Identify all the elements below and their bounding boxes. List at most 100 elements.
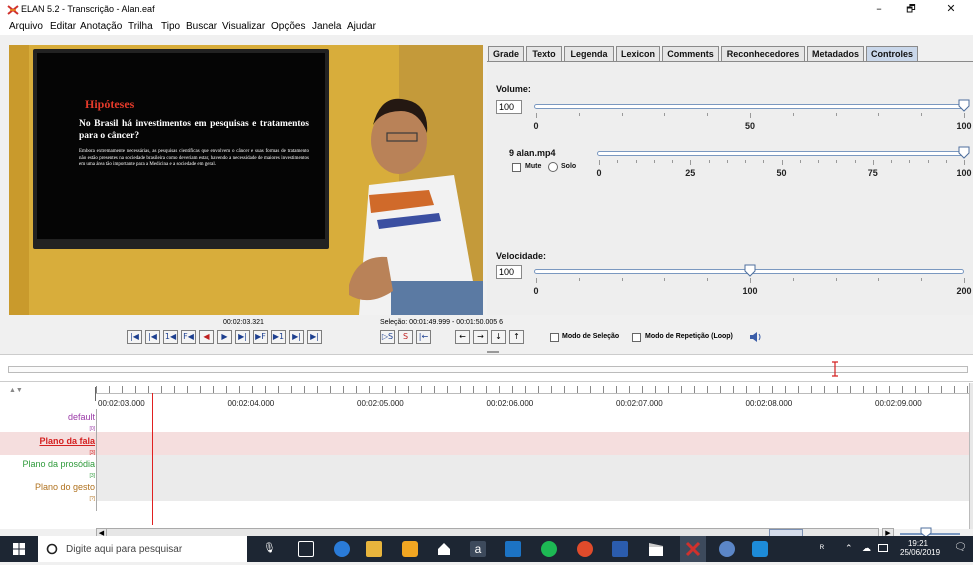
restore-button[interactable]: 🗗 [896,2,926,18]
tier-up-button[interactable]: ↑ [509,330,524,344]
tab-reconhecedores[interactable]: Reconhecedores [721,46,805,62]
next-pixel-button[interactable]: ▶| [235,330,250,344]
previous-second-button[interactable]: 1◀ [163,330,178,344]
edge-icon[interactable] [334,541,350,557]
play-button[interactable]: ▶ [217,330,232,344]
next-frame-button[interactable]: ▶F [253,330,268,344]
word-icon[interactable] [612,541,628,557]
battery-icon[interactable] [878,544,888,552]
menu-editar[interactable]: Editar [50,21,76,32]
menu-trilha[interactable]: Trilha [128,21,153,32]
app-icon-paint[interactable] [719,541,735,557]
tier-plano-fala-label[interactable]: Plano da fala [3] [39,436,95,456]
menu-buscar[interactable]: Buscar [186,21,217,32]
scale-tick-label: 75 [867,168,878,178]
scale-tick [964,278,965,283]
microphone-icon[interactable]: 🎙 [263,543,276,554]
speed-input[interactable]: 100 [496,265,522,279]
tray-expand-icon[interactable]: ⌃ [845,543,853,554]
scale-tick-label: 0 [533,286,539,296]
selection-begin-button[interactable]: |← [416,330,431,344]
mute-checkbox[interactable] [512,163,521,172]
overview-strip[interactable] [0,354,973,382]
next-second-button[interactable]: ▶1 [271,330,286,344]
previous-frame-button[interactable]: F◀ [181,330,196,344]
tier-plano-gesto-label[interactable]: Plano do gesto [?] [35,482,95,502]
tier-row-plano-gesto[interactable] [96,478,969,501]
tab-grade[interactable]: Grade [488,46,524,62]
scale-tick [635,160,637,163]
home-icon[interactable] [436,541,452,557]
video-viewer[interactable]: Hipóteses No Brasil há investimentos em … [9,45,483,315]
volume-input[interactable]: 100 [496,100,522,114]
task-view-icon[interactable] [298,541,314,557]
menu-tipo[interactable]: Tipo [161,21,180,32]
crosshair-playhead[interactable] [152,393,153,525]
elan-taskbar-icon[interactable] [680,536,706,562]
menu-anotacao[interactable]: Anotação [80,21,122,32]
app-icon-orange[interactable] [402,541,418,557]
play-selection-button[interactable]: ▷S [380,330,395,344]
loop-mode-checkbox[interactable] [632,333,641,342]
tier-row-default[interactable] [96,409,969,432]
splitter-handle[interactable] [487,351,499,353]
tab-lexicon[interactable]: Lexicon [616,46,660,62]
taskbar-search[interactable]: Digite aqui para pesquisar [38,536,247,562]
app-icon-blue[interactable] [505,541,521,557]
tier-row-plano-prosodia[interactable] [96,455,969,478]
volume-slider-thumb[interactable] [958,99,970,112]
vertical-scrollbar[interactable] [969,383,973,529]
menu-arquivo[interactable]: Arquivo [9,21,43,32]
cloud-icon[interactable]: ☁ [862,543,871,554]
tab-comments[interactable]: Comments [662,46,719,62]
tier-plano-prosodia-count: [3] [89,473,95,479]
previous-scrollview-button[interactable]: |◀ [145,330,160,344]
slide-body: Embora extremamente necessárias, as pesq… [79,149,309,167]
minimize-button[interactable]: – [864,2,894,18]
menu-opcoes[interactable]: Opções [271,21,305,32]
tier-down-button[interactable]: ↓ [491,330,506,344]
go-to-begin-button[interactable]: |◀ [127,330,142,344]
menu-ajudar[interactable]: Ajudar [347,21,376,32]
menu-janela[interactable]: Janela [312,21,341,32]
clock[interactable]: 19:21 25/06/2019 [900,539,941,557]
media-volume-slider[interactable] [597,151,964,156]
video-frame [9,45,483,315]
previous-pixel-button[interactable]: ◀ [199,330,214,344]
notification-icon[interactable]: 🗨 [954,542,967,553]
solo-radio[interactable] [548,162,558,172]
menu-visualizar[interactable]: Visualizar [222,21,265,32]
tier-plano-prosodia-label[interactable]: Plano da prosódia [3] [22,459,95,479]
tab-legenda[interactable]: Legenda [564,46,614,62]
tier-default-label[interactable]: default [0] [68,412,95,432]
selection-mode-checkbox[interactable] [550,333,559,342]
clapperboard-icon[interactable] [648,541,664,557]
tab-controles[interactable]: Controles [866,46,918,62]
ie-icon[interactable] [752,541,768,557]
next-annotation-button[interactable]: → [473,330,488,344]
tab-texto[interactable]: Texto [526,46,562,62]
speed-slider-thumb[interactable] [744,264,756,277]
spotify-icon[interactable] [541,541,557,557]
clock-date: 25/06/2019 [900,548,941,557]
file-explorer-icon[interactable] [366,541,382,557]
ruler-time-label: 00:02:06.000 [486,399,534,408]
go-to-end-button[interactable]: ▶| [307,330,322,344]
media-controls: 00:02:03.321 Seleção: 00:01:49.999 - 00:… [0,316,973,354]
volume-slider[interactable] [534,104,964,109]
tier-row-plano-fala[interactable] [96,432,969,455]
timeline-viewer[interactable]: ▲▼ 00:02:03.000 00:02:04.000 00:02:05.000 0… [0,354,973,539]
amazon-icon[interactable]: a [470,541,486,557]
next-scrollview-button[interactable]: ▶| [289,330,304,344]
chrome-icon[interactable] [577,541,593,557]
close-button[interactable]: ✕ [936,2,966,18]
windows-start-icon[interactable] [13,543,25,555]
people-icon[interactable]: ᴿ [820,543,824,553]
speaker-icon[interactable] [749,331,763,343]
tab-metadados[interactable]: Metadados [807,46,864,62]
tier-area[interactable]: default [0] Plano da fala [3] Plano da p… [0,409,973,511]
previous-annotation-button[interactable]: ← [455,330,470,344]
clear-selection-button[interactable]: S [398,330,413,344]
speed-label: Velocidade: [496,251,547,261]
media-volume-slider-thumb[interactable] [958,146,970,159]
